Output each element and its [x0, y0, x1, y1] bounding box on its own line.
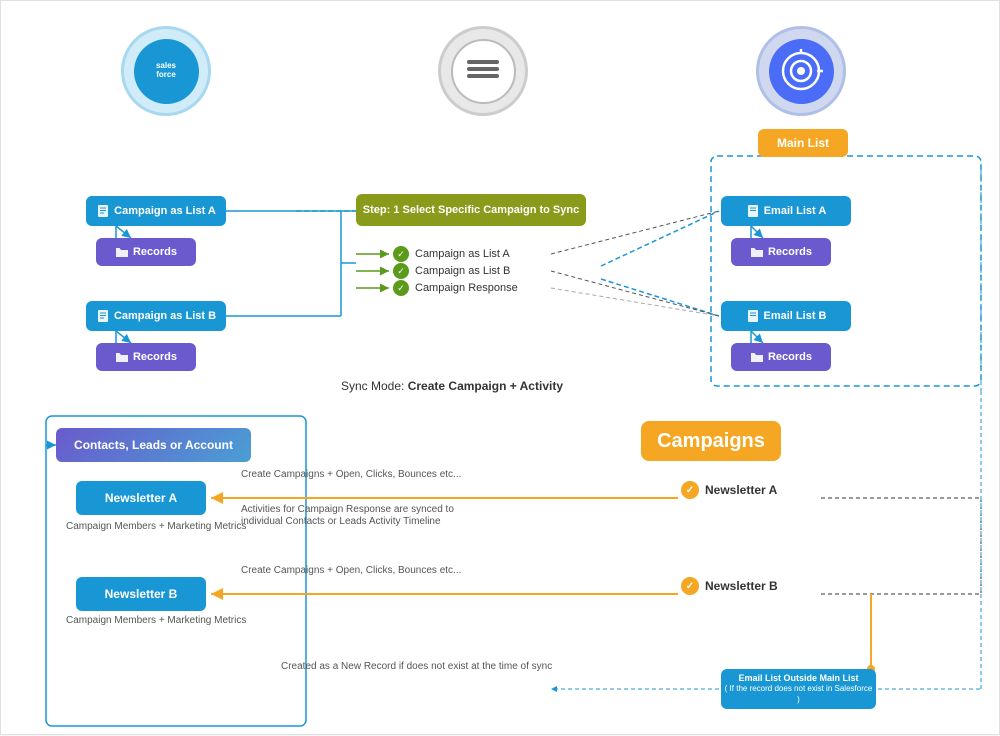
syncapps-icon: [451, 39, 516, 104]
salesforce-logo: salesforce: [121, 26, 211, 116]
records-a-button[interactable]: Records: [96, 238, 196, 266]
sync-mode-label: Sync Mode: Create Campaign + Activity: [341, 379, 563, 393]
newsletter-b-button[interactable]: Newsletter B: [76, 577, 206, 611]
check-icon-3: ✓: [393, 280, 409, 296]
members-b-label: Campaign Members + Marketing Metrics: [66, 615, 246, 626]
records-ea-button[interactable]: Records: [731, 238, 831, 266]
newsletter-a-right: ✓ Newsletter A: [681, 481, 777, 499]
email-list-a-button[interactable]: Email List A: [721, 196, 851, 226]
check-orange-b: ✓: [681, 577, 699, 595]
syncapps-logo: [438, 26, 528, 116]
members-a-label: Campaign Members + Marketing Metrics: [66, 521, 246, 532]
contacts-button[interactable]: Contacts, Leads or Account: [56, 428, 251, 462]
new-record-label: Created as a New Record if does not exis…: [281, 661, 552, 672]
diagram-container: salesforce Main L: [0, 0, 1000, 735]
check-orange-a: ✓: [681, 481, 699, 499]
step-1-box: Step: 1 Select Specific Campaign to Sync: [356, 194, 586, 226]
activities-label: Activities for Campaign Response are syn…: [241, 504, 454, 515]
check-item-2: ✓ Campaign as List B: [393, 263, 510, 279]
campaigns-label: Campaigns: [641, 421, 781, 461]
campaign-list-b-button[interactable]: Campaign as List B: [86, 301, 226, 331]
check-item-3: ✓ Campaign Response: [393, 280, 518, 296]
records-b-button[interactable]: Records: [96, 343, 196, 371]
campaign-monitor-logo: [756, 26, 846, 116]
create-campaigns2-label: Create Campaigns + Open, Clicks, Bounces…: [241, 565, 461, 576]
check-icon-2: ✓: [393, 263, 409, 279]
create-campaigns-label: Create Campaigns + Open, Clicks, Bounces…: [241, 469, 461, 480]
activities2-label: individual Contacts or Leads Activity Ti…: [241, 516, 441, 527]
syncapps-text: [463, 54, 503, 88]
salesforce-icon: salesforce: [134, 39, 199, 104]
check-item-1: ✓ Campaign as List A: [393, 246, 510, 262]
campaign-list-a-button[interactable]: Campaign as List A: [86, 196, 226, 226]
campaign-monitor-icon: [769, 39, 834, 104]
newsletter-b-right: ✓ Newsletter B: [681, 577, 778, 595]
check-icon-1: ✓: [393, 246, 409, 262]
records-eb-button[interactable]: Records: [731, 343, 831, 371]
email-list-b-button[interactable]: Email List B: [721, 301, 851, 331]
main-list-button[interactable]: Main List: [758, 129, 848, 157]
newsletter-a-button[interactable]: Newsletter A: [76, 481, 206, 515]
outside-list-button[interactable]: Email List Outside Main List ( If the re…: [721, 669, 876, 709]
